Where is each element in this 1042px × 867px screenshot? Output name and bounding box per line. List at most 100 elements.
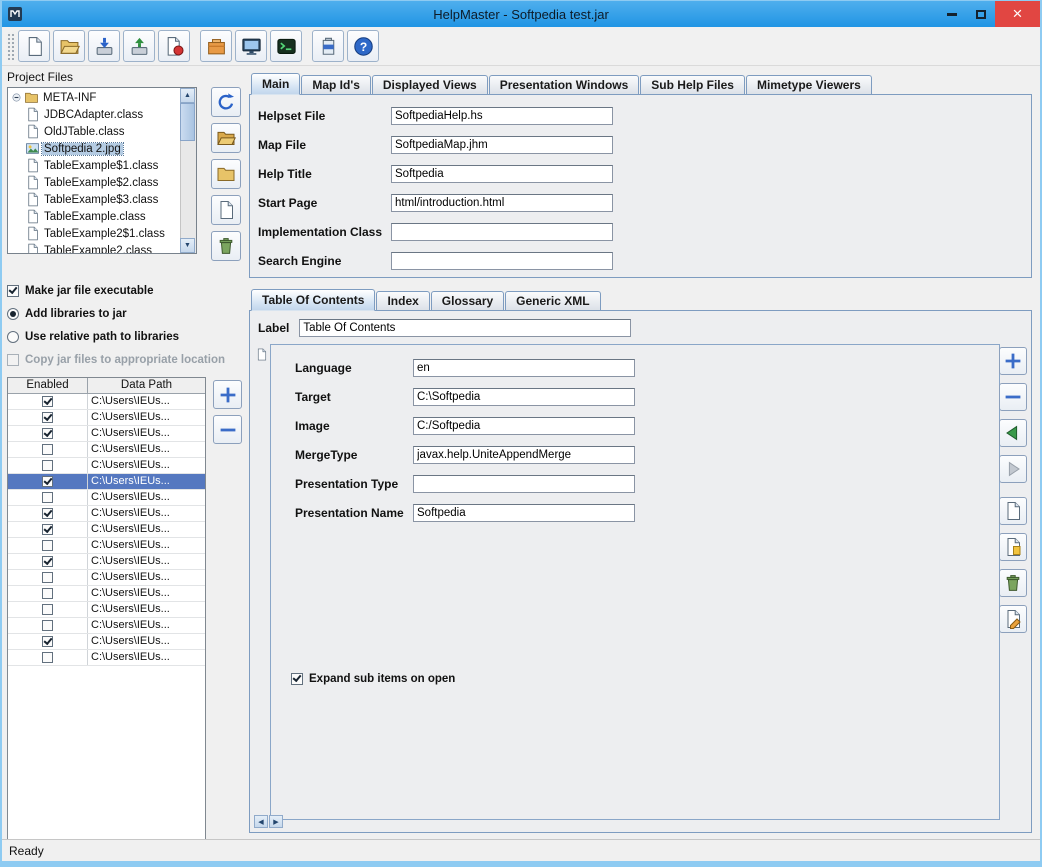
row-checkbox-icon[interactable] xyxy=(42,652,53,663)
tab-index[interactable]: Index xyxy=(376,291,430,310)
data-path-cell[interactable]: C:\Users\IEUs... xyxy=(88,634,205,649)
tab-map-id-s[interactable]: Map Id's xyxy=(301,75,371,94)
data-path-cell[interactable]: C:\Users\IEUs... xyxy=(88,410,205,425)
start-page-input[interactable] xyxy=(391,193,613,212)
map-file-input[interactable] xyxy=(391,135,613,154)
open-button[interactable] xyxy=(53,30,85,62)
enabled-cell[interactable] xyxy=(8,474,88,489)
toc-node-icon[interactable] xyxy=(255,348,268,366)
open-folder-button[interactable] xyxy=(211,123,241,153)
item-highlight-button[interactable] xyxy=(999,533,1027,561)
tree-item[interactable]: TableExample2.class xyxy=(8,242,181,253)
row-checkbox-icon[interactable] xyxy=(42,572,53,583)
enabled-cell[interactable] xyxy=(8,538,88,553)
language-input[interactable] xyxy=(413,358,635,377)
toolbar-grip[interactable] xyxy=(6,32,14,60)
table-row[interactable]: C:\Users\IEUs... xyxy=(8,634,205,650)
tree-item[interactable]: TableExample$1.class xyxy=(8,157,181,174)
image-input[interactable] xyxy=(413,416,635,435)
tab-presentation-windows[interactable]: Presentation Windows xyxy=(488,75,640,94)
build-jar-button[interactable] xyxy=(200,30,232,62)
new-file-button[interactable] xyxy=(211,195,241,225)
data-path-cell[interactable]: C:\Users\IEUs... xyxy=(88,522,205,537)
row-checkbox-icon[interactable] xyxy=(42,508,53,519)
target-input[interactable] xyxy=(413,387,635,406)
console-button[interactable] xyxy=(270,30,302,62)
row-checkbox-icon[interactable] xyxy=(42,476,53,487)
column-header-data-path[interactable]: Data Path xyxy=(88,378,205,393)
radio-icon[interactable] xyxy=(7,330,19,343)
enabled-cell[interactable] xyxy=(8,618,88,633)
save-as-button[interactable] xyxy=(123,30,155,62)
tree-item[interactable]: OldJTable.class xyxy=(8,123,181,140)
export-button[interactable] xyxy=(158,30,190,62)
table-row[interactable]: C:\Users\IEUs... xyxy=(8,426,205,442)
enabled-cell[interactable] xyxy=(8,570,88,585)
row-checkbox-icon[interactable] xyxy=(42,396,53,407)
row-checkbox-icon[interactable] xyxy=(42,412,53,423)
search-engine-input[interactable] xyxy=(391,251,613,270)
toc-horizontal-scrollbar[interactable] xyxy=(254,815,283,828)
toc-tree[interactable] xyxy=(255,348,268,366)
table-row[interactable]: C:\Users\IEUs... xyxy=(8,618,205,634)
new-button[interactable] xyxy=(18,30,50,62)
table-row[interactable]: C:\Users\IEUs... xyxy=(8,458,205,474)
help-title-input[interactable] xyxy=(391,164,613,183)
tab-mimetype-viewers[interactable]: Mimetype Viewers xyxy=(745,75,872,94)
tree-item[interactable]: TableExample$3.class xyxy=(8,191,181,208)
data-path-cell[interactable]: C:\Users\IEUs... xyxy=(88,458,205,473)
tree-item[interactable]: TableExample.class xyxy=(8,208,181,225)
table-row[interactable]: C:\Users\IEUs... xyxy=(8,410,205,426)
enabled-cell[interactable] xyxy=(8,458,88,473)
row-checkbox-icon[interactable] xyxy=(42,524,53,535)
scroll-right-button[interactable] xyxy=(269,815,283,828)
row-checkbox-icon[interactable] xyxy=(42,492,53,503)
tree-expand-handle[interactable] xyxy=(10,91,24,104)
add-libraries-to-jar-option[interactable]: Add libraries to jar xyxy=(7,302,247,325)
checkbox-icon[interactable] xyxy=(7,284,19,297)
mergetype-input[interactable] xyxy=(413,445,635,464)
libraries-table[interactable]: Enabled Data Path C:\Users\IEUs... C:\User… xyxy=(7,377,206,839)
table-row[interactable]: C:\Users\IEUs... xyxy=(8,586,205,602)
row-checkbox-icon[interactable] xyxy=(42,540,53,551)
scrollbar-thumb[interactable] xyxy=(180,103,195,141)
enabled-cell[interactable] xyxy=(8,602,88,617)
item-delete-button[interactable] xyxy=(999,569,1027,597)
tree-scrollbar[interactable] xyxy=(180,88,196,253)
scroll-down-button[interactable] xyxy=(180,238,195,253)
implementation-class-input[interactable] xyxy=(391,222,613,241)
enabled-cell[interactable] xyxy=(8,634,88,649)
tree-item[interactable]: JDBCAdapter.class xyxy=(8,106,181,123)
save-button[interactable] xyxy=(88,30,120,62)
use-relative-path-to-libraries-option[interactable]: Use relative path to libraries xyxy=(7,325,247,348)
table-row[interactable]: C:\Users\IEUs... xyxy=(8,474,205,490)
radio-icon[interactable] xyxy=(7,307,19,320)
data-path-cell[interactable]: C:\Users\IEUs... xyxy=(88,570,205,585)
tab-sub-help-files[interactable]: Sub Help Files xyxy=(640,75,745,94)
row-checkbox-icon[interactable] xyxy=(42,620,53,631)
data-path-cell[interactable]: C:\Users\IEUs... xyxy=(88,602,205,617)
data-path-cell[interactable]: C:\Users\IEUs... xyxy=(88,586,205,601)
row-checkbox-icon[interactable] xyxy=(42,588,53,599)
maximize-button[interactable] xyxy=(966,1,995,27)
scroll-up-button[interactable] xyxy=(180,88,195,103)
enabled-cell[interactable] xyxy=(8,410,88,425)
enabled-cell[interactable] xyxy=(8,554,88,569)
remove-item-button[interactable] xyxy=(999,383,1027,411)
scroll-left-button[interactable] xyxy=(254,815,268,828)
row-checkbox-icon[interactable] xyxy=(42,604,53,615)
table-row[interactable]: C:\Users\IEUs... xyxy=(8,394,205,410)
data-path-cell[interactable]: C:\Users\IEUs... xyxy=(88,538,205,553)
row-checkbox-icon[interactable] xyxy=(42,556,53,567)
project-files-tree[interactable]: META-INF JDBCAdapter.class OldJTable.class… xyxy=(7,87,197,254)
tab-glossary[interactable]: Glossary xyxy=(430,291,505,310)
table-row[interactable]: C:\Users\IEUs... xyxy=(8,522,205,538)
table-row[interactable]: C:\Users\IEUs... xyxy=(8,442,205,458)
table-row[interactable]: C:\Users\IEUs... xyxy=(8,602,205,618)
make-jar-file-executable-option[interactable]: Make jar file executable xyxy=(7,279,247,302)
data-path-cell[interactable]: C:\Users\IEUs... xyxy=(88,650,205,665)
data-path-cell[interactable]: C:\Users\IEUs... xyxy=(88,506,205,521)
table-row[interactable]: C:\Users\IEUs... xyxy=(8,490,205,506)
data-path-cell[interactable]: C:\Users\IEUs... xyxy=(88,442,205,457)
table-row[interactable]: C:\Users\IEUs... xyxy=(8,506,205,522)
